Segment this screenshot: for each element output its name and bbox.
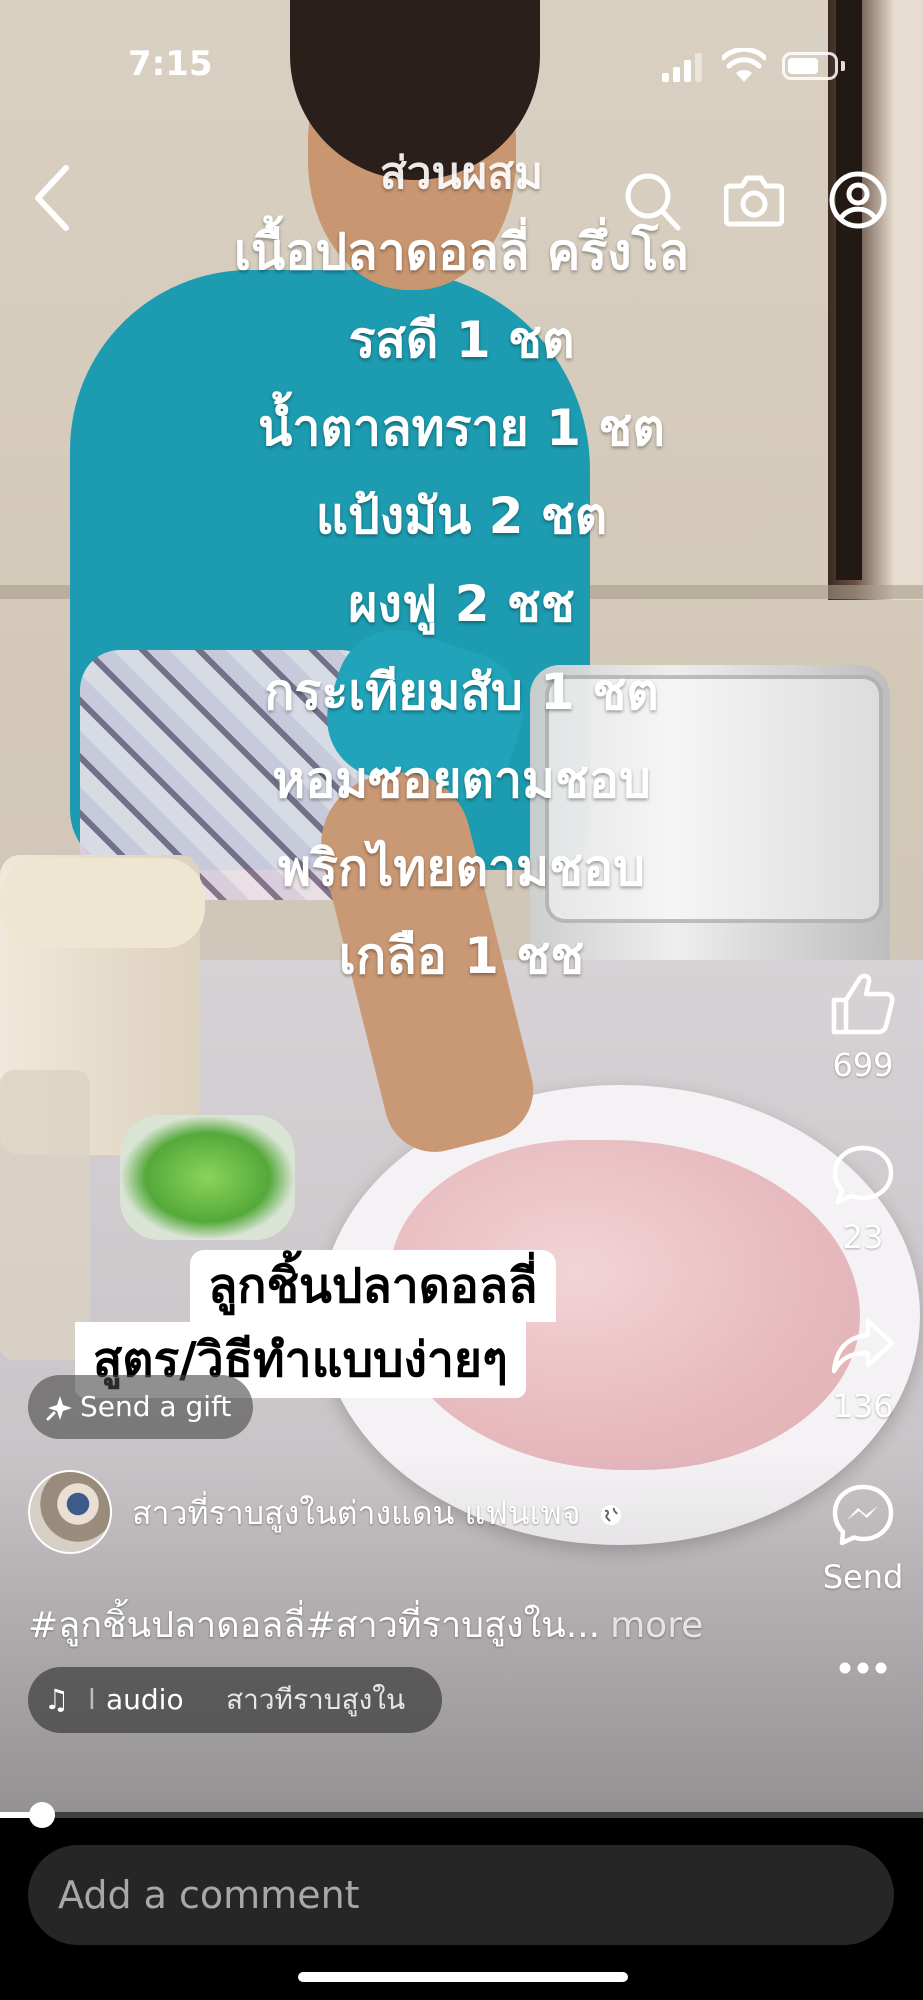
recipe-line: พริกไทยตามชอบ [278,839,645,897]
recipe-line: ผงฟู 2 ชช [348,575,575,633]
more-horizontal-icon [839,1662,887,1674]
progress-scrubber[interactable] [28,1802,55,1828]
status-bar: 7:15 [0,0,923,130]
battery-icon [782,52,838,80]
home-indicator [298,1972,628,1982]
hashtag-text[interactable]: #ลูกชิ้นปลาดอลลี่#สาวที่ราบสูงใน... [28,1605,600,1646]
recipe-line: แป้งมัน 2 ชต [315,487,608,545]
reel-viewer: ส่วนผสม เนื้อปลาดอลลี่ ครึ่งโล รสดี 1 ชต… [0,0,923,2000]
recipe-line: น้ำตาลทราย 1 ชต [258,399,665,457]
search-icon[interactable] [622,170,682,234]
like-count: 699 [832,1046,894,1084]
share-button[interactable]: 136 [818,1315,908,1425]
recipe-heading: ส่วนผสม [379,148,544,199]
audio-pill[interactable]: ♫ l audio สาวทีราบสูงใน [28,1667,442,1733]
audio-label: audio [106,1683,184,1716]
battery-level [788,58,818,74]
post-description[interactable]: #ลูกชิ้นปลาดอลลี่#สาวที่ราบสูงใน... more [28,1596,703,1653]
share-arrow-icon [831,1318,895,1374]
caption-line-1: ลูกชิ้นปลาดอลลี่ [190,1250,556,1322]
container-left [0,1070,90,1360]
share-count: 136 [832,1387,894,1425]
recipe-overlay: ส่วนผสม เนื้อปลาดอลลี่ ครึ่งโล รสดี 1 ชต… [0,140,923,1000]
send-button[interactable]: Send [818,1482,908,1596]
messenger-icon [832,1484,894,1546]
avatar[interactable] [28,1470,112,1554]
send-gift-label: Send a gift [80,1390,232,1423]
send-gift-button[interactable]: Send a gift [28,1375,254,1439]
music-note-icon: ♫ [44,1683,70,1716]
status-time: 7:15 [128,44,213,84]
send-label: Send [822,1558,904,1596]
thumbs-up-icon [831,973,895,1035]
author-name[interactable]: สาวที่ราบสูงในต่างแดน แฟนเพจ [132,1488,623,1539]
recipe-line: กระเทียมสับ 1 ชต [264,663,659,721]
green-onion-bowl [120,1115,295,1240]
video-progress-bar[interactable] [0,1802,923,1828]
recipe-line: รสดี 1 ชต [348,311,575,369]
camera-icon[interactable] [724,172,784,228]
audio-separator: l [88,1683,96,1716]
more-options-button[interactable] [818,1660,908,1690]
more-link[interactable]: more [610,1605,703,1646]
cellular-signal-icon [662,52,704,82]
comment-count: 23 [842,1218,884,1256]
recipe-line: เนื้อปลาดอลลี่ ครึ่งโล [233,223,690,281]
back-chevron-icon[interactable] [28,162,76,234]
wifi-icon [722,48,766,82]
comment-bubble-icon [832,1145,894,1205]
battery-tip [841,61,845,71]
comment-input[interactable]: Add a comment [28,1845,894,1945]
comment-button[interactable]: 23 [818,1142,908,1256]
globe-icon [600,1505,621,1525]
recipe-line: หอมซอยตามชอบ [272,751,651,809]
sparkle-gift-icon [46,1396,72,1421]
user-circle-icon[interactable] [828,170,888,230]
author-name-text: สาวที่ราบสูงในต่างแดน แฟนเพจ [132,1494,581,1532]
like-button[interactable]: 699 [818,970,908,1084]
recipe-line: เกลือ 1 ชช [338,927,585,985]
video-frame[interactable]: ส่วนผสม เนื้อปลาดอลลี่ ครึ่งโล รสดี 1 ชต… [0,0,923,1812]
audio-artist: สาวทีราบสูงใน [226,1683,406,1716]
